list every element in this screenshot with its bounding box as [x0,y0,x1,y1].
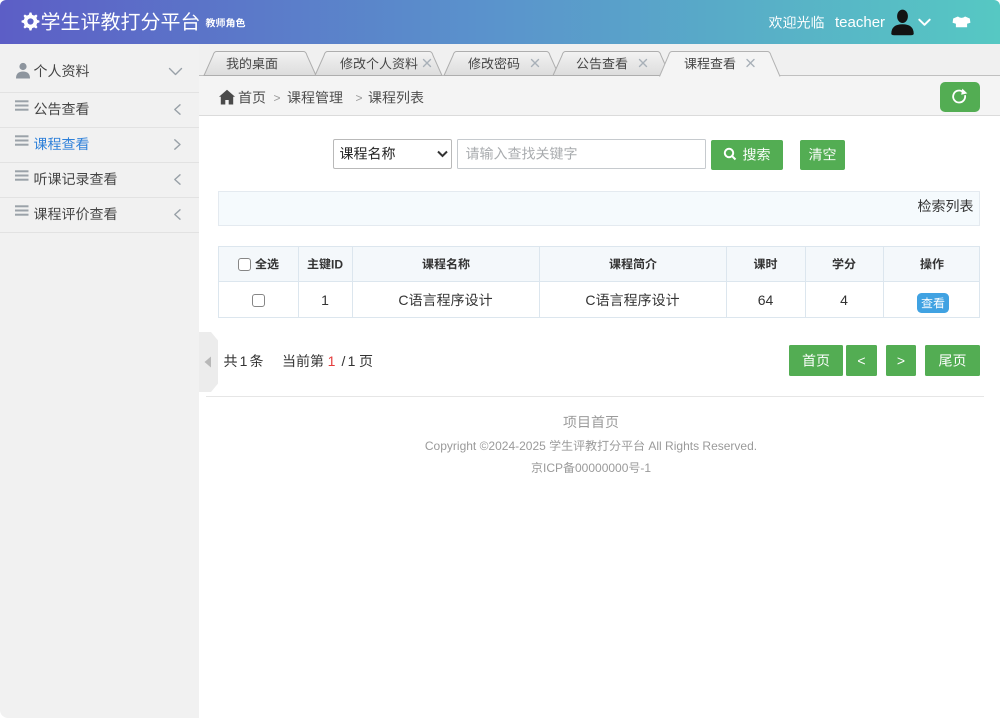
svg-text:1: 1 [328,353,336,369]
svg-text:teacher: teacher [835,14,885,31]
svg-text:4: 4 [840,292,848,308]
svg-text:>: > [356,91,363,105]
svg-text:64: 64 [758,292,774,308]
svg-text:-1: -1 [640,461,651,475]
svg-text:<: < [857,353,865,369]
svg-text:1: 1 [321,292,329,308]
svg-text:All Rights Reserved.: All Rights Reserved. [648,439,757,453]
svg-text:00000000: 00000000 [575,461,629,475]
svg-text:1: 1 [348,353,356,369]
svg-text:>: > [274,91,281,105]
svg-text:>: > [897,353,905,369]
svg-text:1: 1 [240,353,248,369]
svg-text:ID: ID [331,257,343,271]
svg-text:C: C [398,292,408,308]
svg-text:/: / [342,353,346,369]
svg-text:Copyright ©2024-2025: Copyright ©2024-2025 [425,439,546,453]
svg-text:C: C [585,292,595,308]
svg-text:ICP: ICP [543,461,563,475]
